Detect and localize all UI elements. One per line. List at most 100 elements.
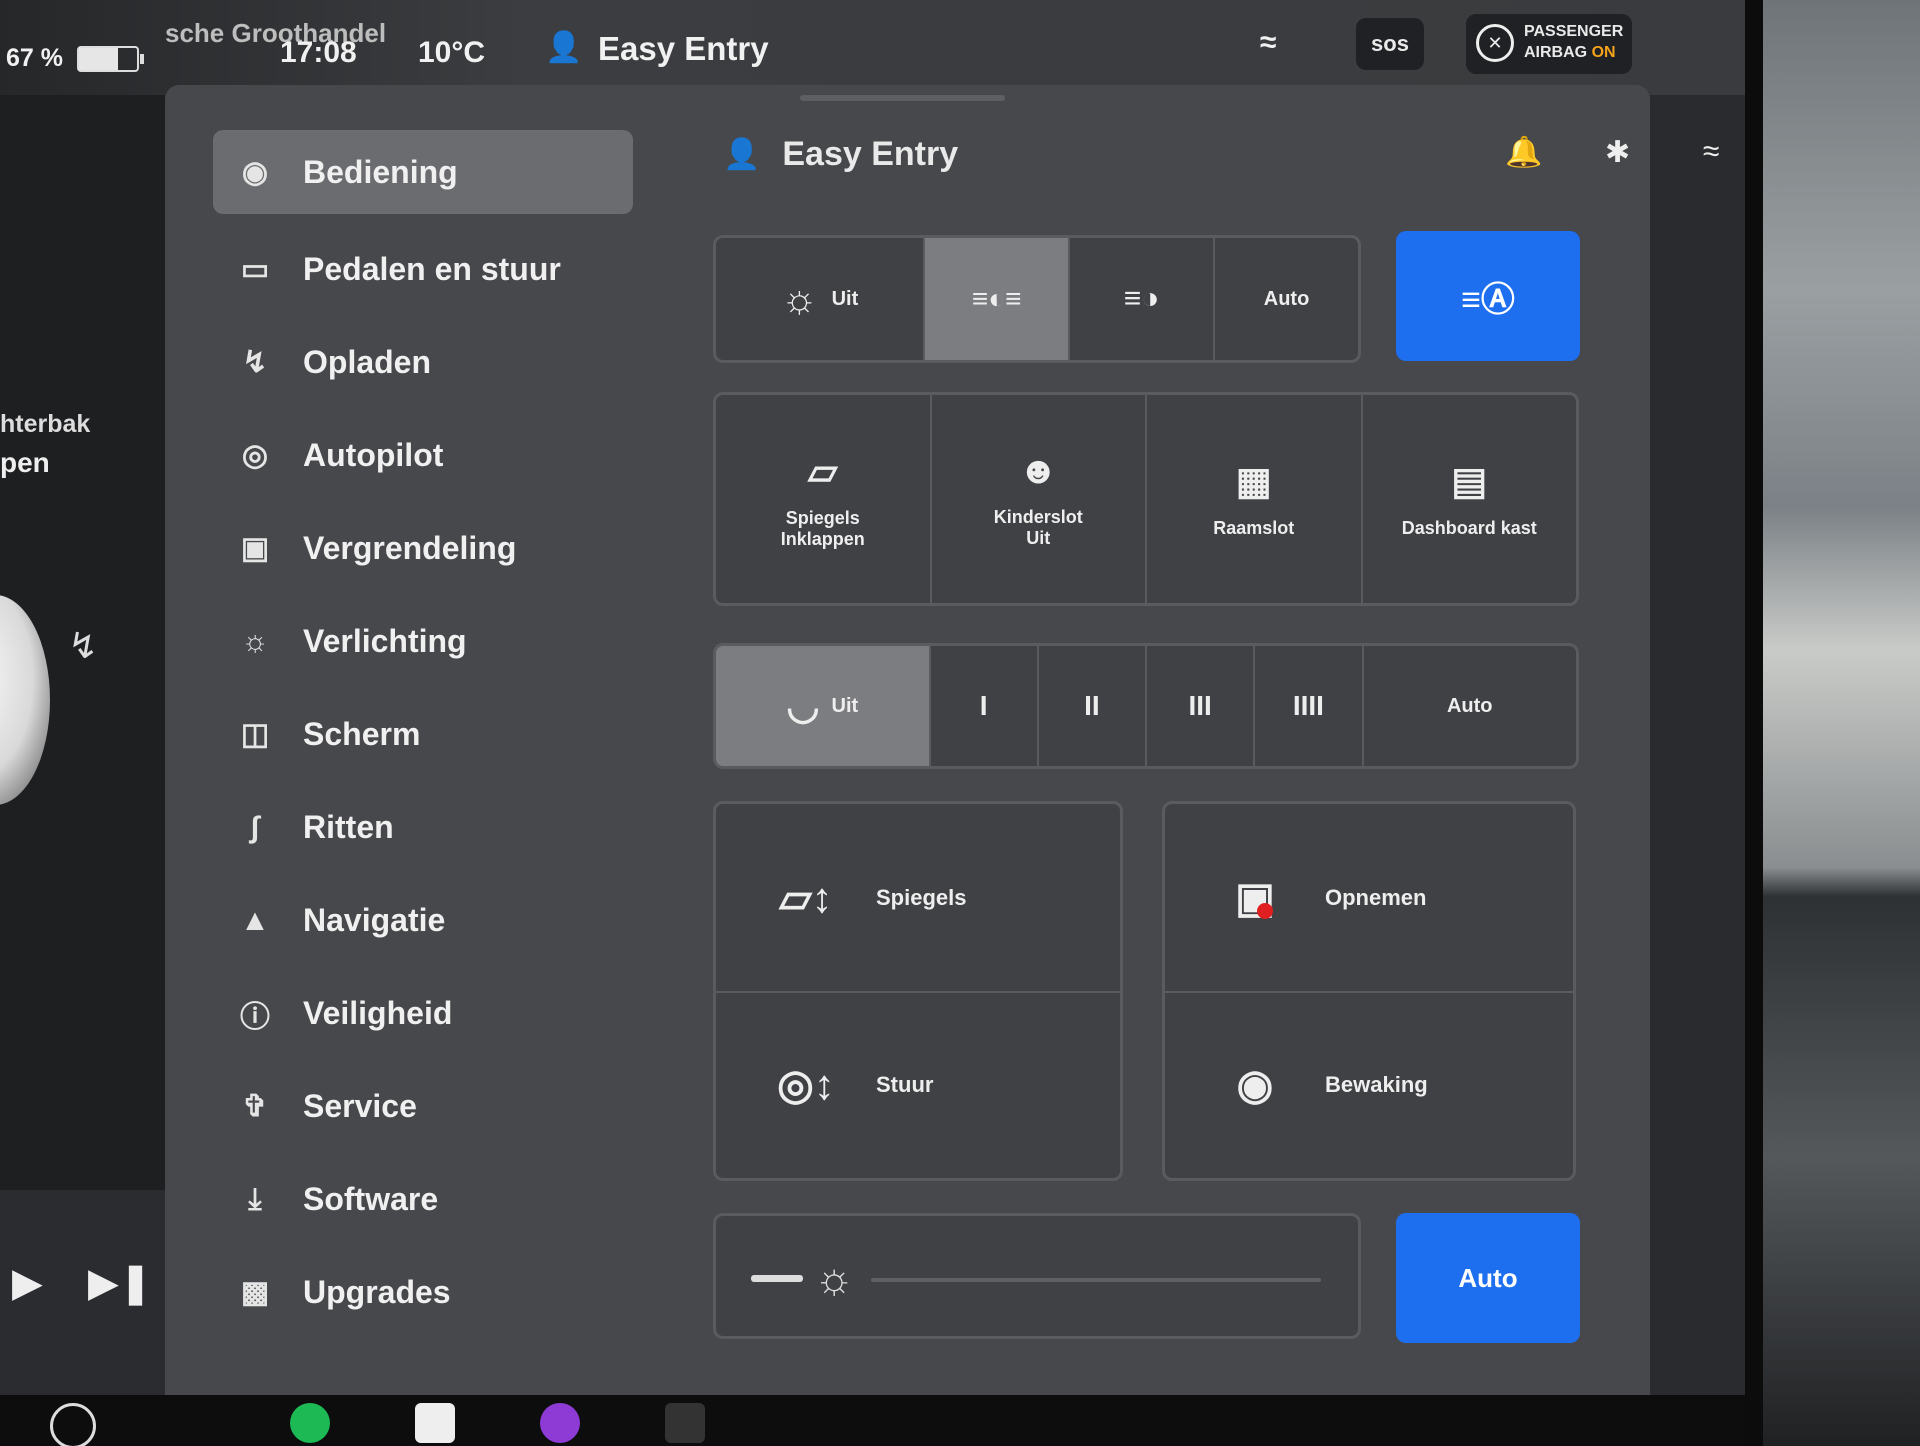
lights-auto-label: Auto (1263, 287, 1310, 310)
mirror-icon: ▱ (808, 450, 838, 493)
dock-music-icon[interactable] (290, 1403, 330, 1443)
steering-wheel-icon: ◎ (241, 439, 269, 472)
adjust-panel: ▱↕ Spiegels ◎↕ Stuur (713, 801, 1123, 1181)
sidebar-item-scherm[interactable]: ◫ Scherm (213, 688, 633, 781)
skip-next-icon[interactable]: ▶❚ (88, 1260, 152, 1306)
trunk-state[interactable]: pen (0, 447, 50, 479)
wiper-speed-3[interactable]: III (1147, 646, 1256, 766)
sidebar-item-ritten[interactable]: ∫ Ritten (213, 781, 633, 874)
fold-mirrors-button[interactable]: ▱ Spiegels Inklappen (716, 395, 932, 603)
sidebar-item-opladen[interactable]: ↯ Opladen (213, 316, 633, 409)
child-lock-icon: ☻ (1018, 449, 1059, 492)
dock-app-icon[interactable] (50, 1403, 96, 1446)
charging-bolt-icon: ↯ (68, 625, 99, 666)
wiper-selector: ◡ Uit I II III IIII Auto (713, 643, 1579, 769)
wiper-speed-2[interactable]: II (1039, 646, 1147, 766)
airbag-line2: AIRBAG ON (1524, 44, 1616, 62)
low-beam-option[interactable]: ≡◑ (1070, 238, 1216, 360)
sidebar-item-verlichting[interactable]: ☼ Verlichting (213, 595, 633, 688)
profile-name: Easy Entry (782, 135, 959, 173)
wiper-speed-1-label: I (979, 690, 988, 721)
mirror-adjust-icon: ▱↕ (779, 874, 833, 921)
lights-off-option[interactable]: ☼ Uit (716, 238, 926, 360)
sidebar-item-navigatie[interactable]: ▲ Navigatie (213, 874, 633, 967)
wifi-icon[interactable]: ≈ (1703, 135, 1719, 169)
sidebar-item-pedalen[interactable]: ▭ Pedalen en stuur (213, 223, 633, 316)
brightness-slider[interactable]: ☼ (713, 1213, 1361, 1339)
wiper-auto-option[interactable]: Auto (1364, 646, 1577, 766)
lights-auto-option[interactable]: Auto (1215, 238, 1358, 360)
clock: 17:08 (280, 36, 357, 69)
trips-icon: ∫ (250, 810, 260, 844)
trunk-label[interactable]: hterbak (0, 410, 90, 439)
status-profile-name[interactable]: Easy Entry (598, 30, 769, 68)
sidebar-item-vergrendeling[interactable]: ▣ Vergrendeling (213, 502, 633, 595)
glovebox-label: Dashboard kast (1401, 518, 1537, 538)
lock-icon: ▣ (240, 532, 270, 565)
sidebar-item-label: Pedalen en stuur (303, 251, 561, 287)
touchscreen: 67 % sche Groothandel 17:08 10°C 👤 Easy … (0, 0, 1745, 1446)
toggle-icon: ◉ (241, 155, 269, 189)
sidebar-item-label: Autopilot (303, 437, 444, 473)
parking-lights-option[interactable]: ≡◐≡ (925, 238, 1071, 360)
brightness-auto-button[interactable]: Auto (1396, 1213, 1580, 1343)
play-icon[interactable]: ▶ (12, 1260, 43, 1306)
bell-icon[interactable]: 🔔 (1505, 135, 1542, 170)
dock-app-icon[interactable] (540, 1403, 580, 1443)
child-lock-button[interactable]: ☻ Kinderslot Uit (932, 395, 1147, 603)
sidebar-item-label: Opladen (303, 344, 432, 380)
dock-app-icon[interactable] (665, 1403, 705, 1443)
lights-off-label: Uit (831, 287, 859, 310)
navigation-icon: ▲ (240, 903, 270, 937)
wiper-speed-3-label: III (1188, 690, 1212, 721)
wiper-off-label: Uit (831, 694, 859, 717)
sidebar-item-veiligheid[interactable]: ⓘ Veiligheid (213, 967, 633, 1060)
battery-icon (77, 46, 144, 72)
sidebar-item-upgrades[interactable]: ▩ Upgrades (213, 1246, 633, 1339)
glovebox-button[interactable]: ▤ Dashboard kast (1363, 395, 1577, 603)
fold-mirrors-label: Spiegels Inklappen (780, 507, 865, 549)
sun-icon: ☼ (241, 624, 269, 658)
brightness-track[interactable] (871, 1278, 1321, 1282)
adjust-steering-button[interactable]: ◎↕ Stuur (716, 991, 1120, 1178)
sidebar-item-label: Software (303, 1181, 439, 1217)
dashcam-record-button[interactable]: ▣ Opnemen (1165, 804, 1573, 993)
sidebar-item-software[interactable]: ⤓ Software (213, 1153, 633, 1246)
wifi-icon: ≈ (1260, 26, 1277, 59)
airbag-state: ON (1591, 44, 1616, 61)
sidebar-item-label: Veiligheid (303, 995, 453, 1031)
record-icon: ▣ (1235, 874, 1275, 921)
bluetooth-icon[interactable]: ✱ (1605, 135, 1630, 170)
window-lock-button[interactable]: ▦ Raamslot (1147, 395, 1363, 603)
sidebar-item-service[interactable]: ✞ Service (213, 1060, 633, 1153)
wiper-auto-label: Auto (1446, 694, 1493, 717)
camera-panel: ▣ Opnemen ◉ Bewaking (1162, 801, 1576, 1181)
adjust-steering-label: Stuur (876, 1071, 934, 1097)
profile-selector[interactable]: 👤 Easy Entry (713, 135, 958, 174)
battery-fill (79, 48, 118, 70)
settings-sidebar: ◉ Bediening ▭ Pedalen en stuur ↯ Opladen ◎ A… (213, 130, 633, 1339)
sun-icon: ☼ (780, 276, 818, 321)
sidebar-item-bediening[interactable]: ◉ Bediening (213, 130, 633, 214)
profile-icon[interactable]: 👤 (545, 30, 582, 65)
sentry-label: Bewaking (1325, 1071, 1428, 1097)
wrench-icon: ✞ (242, 1090, 268, 1123)
sidebar-item-autopilot[interactable]: ◎ Autopilot (213, 409, 633, 502)
quick-controls: ▱ Spiegels Inklappen ☻ Kinderslot Uit ▦ Raa… (713, 392, 1579, 606)
dock-calendar-icon[interactable] (415, 1403, 455, 1443)
wiper-off-option[interactable]: ◡ Uit (716, 646, 931, 766)
controls-panel: ◉ Bediening ▭ Pedalen en stuur ↯ Opladen ◎ A… (165, 85, 1719, 1395)
wiper-speed-4[interactable]: IIII (1255, 646, 1364, 766)
sos-button[interactable]: sos (1356, 18, 1424, 70)
panel-drag-handle[interactable] (800, 95, 1005, 101)
adjust-mirrors-label: Spiegels (876, 884, 967, 910)
child-lock-label: Kinderslot Uit (993, 506, 1083, 548)
auto-high-beam-button[interactable]: ≡Ⓐ (1396, 231, 1580, 361)
airbag-line1: PASSENGER (1524, 23, 1624, 40)
adjust-mirrors-button[interactable]: ▱↕ Spiegels (716, 804, 1120, 993)
headlight-selector: ☼ Uit ≡◐≡ ≡◑ Auto (713, 235, 1361, 363)
wiper-speed-1[interactable]: I (931, 646, 1039, 766)
sentry-mode-button[interactable]: ◉ Bewaking (1165, 991, 1573, 1178)
person-icon: 👤 (723, 138, 761, 171)
screen-icon: ◫ (240, 718, 270, 751)
